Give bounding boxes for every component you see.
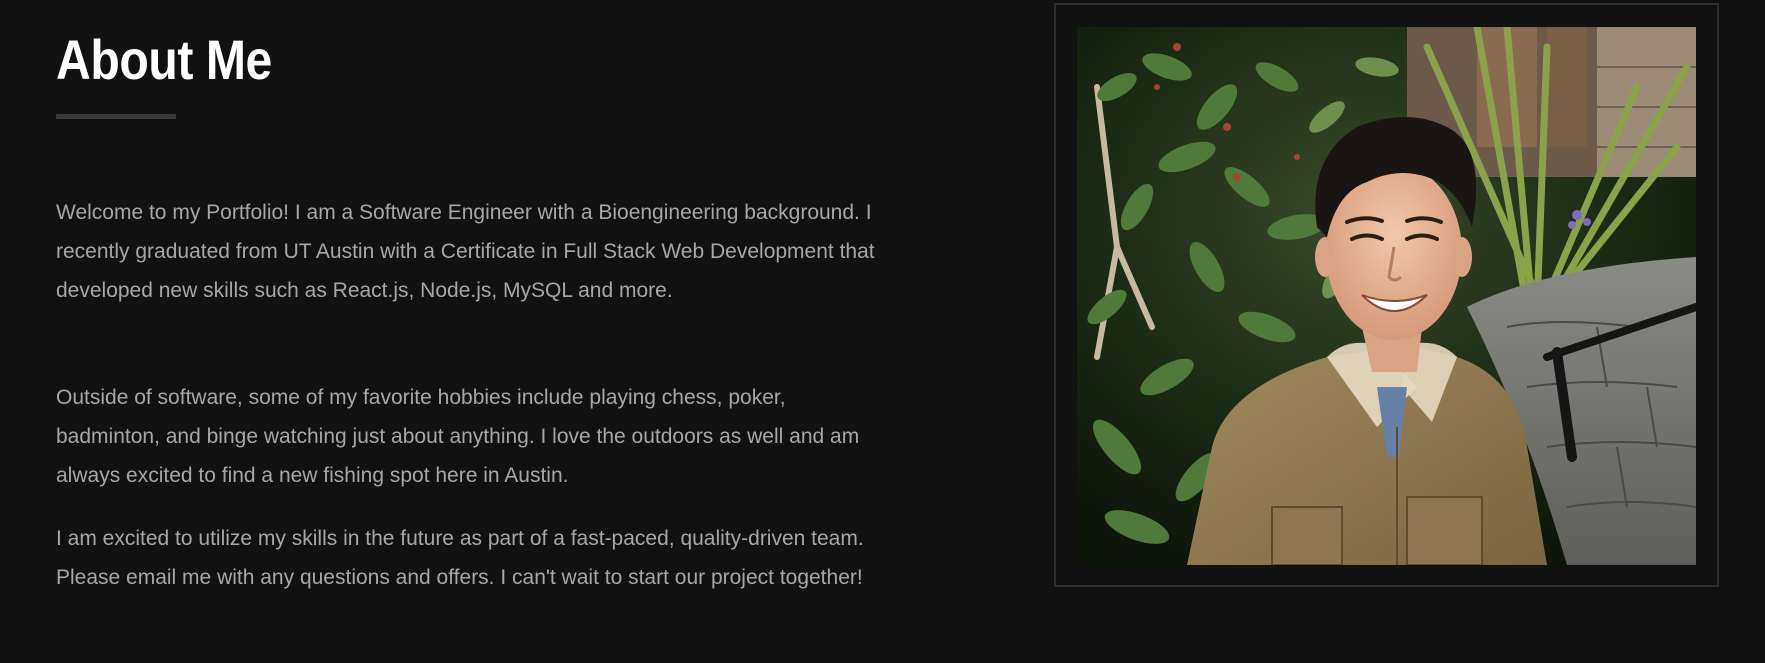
about-section: About Me Welcome to my Portfolio! I am a… — [0, 0, 1765, 663]
page-title: About Me — [56, 28, 272, 91]
profile-photo — [1077, 27, 1696, 565]
profile-photo-illustration — [1077, 27, 1696, 565]
bio-paragraph-hobbies: Outside of software, some of my favorite… — [56, 386, 860, 487]
title-underline — [56, 114, 176, 119]
bio-paragraph-intro: Welcome to my Portfolio! I am a Software… — [56, 201, 875, 302]
bio-paragraph-goals: I am excited to utilize my skills in the… — [56, 527, 864, 589]
photo-frame — [1054, 3, 1719, 587]
